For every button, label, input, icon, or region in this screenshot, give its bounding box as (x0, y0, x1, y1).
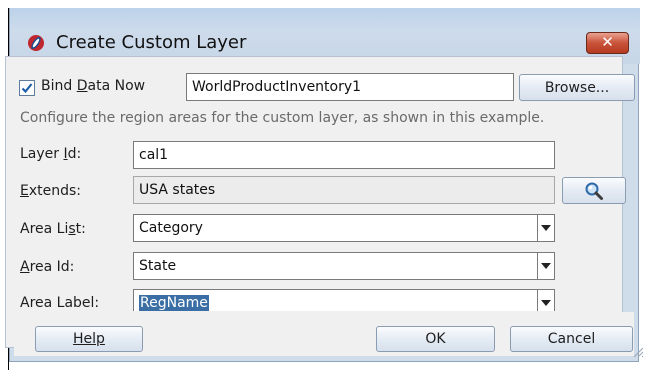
search-button[interactable] (562, 177, 626, 204)
label-part: Layer (20, 146, 64, 162)
resize-grip-icon[interactable] (632, 346, 644, 358)
ok-button-label: OK (425, 331, 446, 347)
area-list-label: Area List: (20, 221, 86, 237)
area-list-value: Category (139, 220, 203, 236)
area-label-select[interactable]: RegName (133, 289, 555, 311)
label-part: t: (75, 221, 86, 237)
instruction-text: Configure the region areas for the custo… (20, 110, 545, 126)
area-id-label: Area Id: (20, 259, 74, 275)
area-label-label: Area Label: (20, 295, 100, 311)
label-mnemonic: E (20, 183, 29, 199)
layer-id-value: cal1 (139, 147, 169, 163)
data-source-value: WorldProductInventory1 (192, 79, 362, 95)
extends-field: USA states (133, 176, 555, 204)
close-icon: ✕ (601, 33, 614, 51)
chevron-down-icon[interactable] (537, 290, 554, 311)
bind-data-now-checkbox[interactable] (19, 80, 35, 96)
bind-data-now-label[interactable]: Bind Data Now (41, 78, 145, 94)
label-mnemonic: A (20, 259, 30, 275)
area-label-value: RegName (139, 295, 209, 311)
bind-data-label-part: Bind (41, 78, 77, 94)
checkmark-icon (21, 83, 33, 94)
browse-button-label: Browse... (544, 80, 610, 96)
magnifier-icon (585, 182, 603, 200)
area-id-value: State (139, 258, 177, 274)
help-button-label: Help (73, 331, 105, 347)
area-id-select[interactable]: State (133, 252, 555, 280)
label-part: d: (67, 146, 82, 162)
bind-data-mnemonic: D (76, 78, 88, 94)
label-mnemonic: s (68, 221, 76, 237)
close-button[interactable]: ✕ (586, 32, 629, 54)
chevron-down-icon[interactable] (537, 215, 554, 241)
dialog-title: Create Custom Layer (56, 32, 247, 53)
chevron-down-icon[interactable] (537, 253, 554, 279)
layer-id-label: Layer Id: (20, 146, 81, 162)
browse-button[interactable]: Browse... (519, 74, 635, 101)
cancel-button-label: Cancel (547, 331, 596, 347)
extends-label: Extends: (20, 183, 81, 199)
label-part: Area Li (20, 221, 69, 237)
app-icon (28, 35, 44, 51)
cancel-button[interactable]: Cancel (510, 326, 633, 352)
area-list-select[interactable]: Category (133, 214, 555, 242)
layer-id-input[interactable]: cal1 (133, 141, 555, 169)
ok-button[interactable]: OK (376, 326, 495, 352)
extends-value: USA states (139, 182, 216, 198)
help-button[interactable]: Help (35, 326, 143, 352)
label-part: rea Id: (29, 259, 75, 275)
bind-data-label-part: ata Now (87, 78, 146, 94)
label-part: xtends: (28, 183, 82, 199)
data-source-input[interactable]: WorldProductInventory1 (186, 73, 514, 101)
